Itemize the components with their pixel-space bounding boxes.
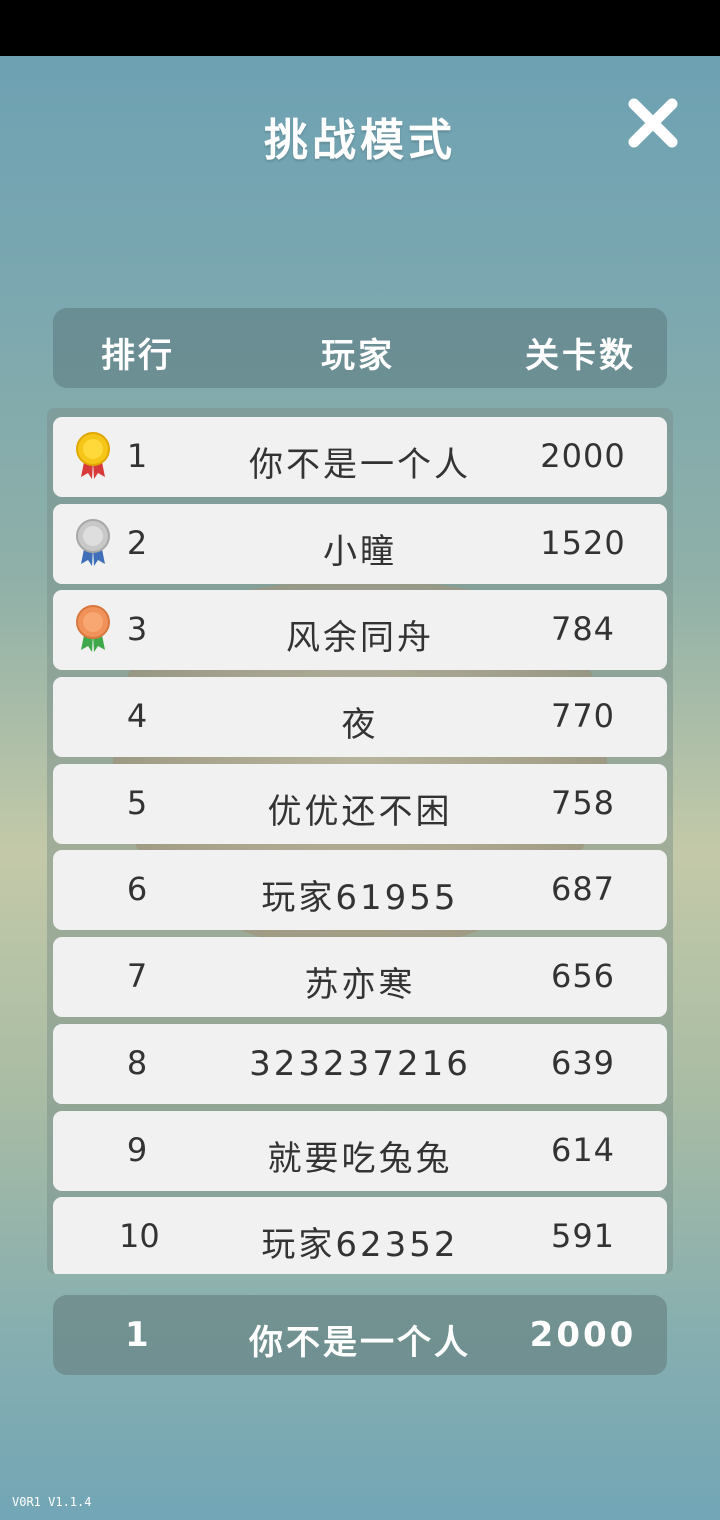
leaderboard-row[interactable]: 6 玩家61955 687: [53, 850, 667, 931]
rank-value: 1: [126, 437, 148, 475]
level-count: 770: [550, 697, 616, 736]
bronze-medal-icon: [76, 605, 110, 653]
player-name: 夜: [341, 705, 379, 746]
column-levels: 关卡数: [525, 336, 636, 376]
rank-value: 2: [126, 523, 148, 562]
column-player: 玩家: [321, 336, 395, 376]
version-label: V0R1 V1.1.4: [12, 1495, 92, 1509]
my-rank: 1: [125, 1315, 152, 1355]
status-bar: [0, 0, 720, 56]
my-name: 你不是一个人: [249, 1323, 471, 1363]
level-count: 758: [550, 783, 616, 822]
rank-value: 3: [126, 610, 148, 649]
leaderboard-row[interactable]: 7 苏亦寒 656: [53, 937, 667, 1018]
level-count: 687: [550, 870, 616, 909]
page-title: 挑战模式: [264, 115, 456, 166]
my-rank-bar: 1 你不是一个人 2000: [53, 1295, 667, 1375]
rank-value: 6: [126, 870, 148, 909]
rank-value: 8: [126, 1043, 148, 1082]
level-count: 784: [550, 610, 616, 649]
rank-value: 9: [126, 1130, 148, 1169]
level-count: 614: [550, 1130, 616, 1169]
level-count: 591: [550, 1217, 616, 1256]
player-name: 323237216: [249, 1043, 471, 1084]
column-rank: 排行: [101, 336, 175, 376]
leaderboard-list[interactable]: 1 你不是一个人 2000 2 小瞳 1520 3 风余同舟 784 4 夜 7…: [47, 408, 673, 1274]
close-button[interactable]: [624, 94, 682, 152]
leaderboard-row[interactable]: 4 夜 770: [53, 677, 667, 758]
silver-medal-icon: [76, 518, 110, 566]
player-name: 小瞳: [323, 531, 397, 572]
leaderboard-header: 排行 玩家 关卡数: [53, 308, 667, 388]
leaderboard-row[interactable]: 10 玩家62352 591: [53, 1197, 667, 1274]
rank-value: 7: [126, 957, 148, 996]
player-name: 玩家61955: [261, 878, 459, 919]
player-name: 你不是一个人: [249, 445, 471, 485]
level-count: 639: [550, 1043, 616, 1082]
leaderboard-row[interactable]: 9 就要吃兔兔 614: [53, 1110, 667, 1191]
rank-value: 10: [119, 1217, 160, 1256]
player-name: 风余同舟: [286, 618, 434, 659]
gold-medal-icon: [76, 432, 110, 479]
player-name: 优优还不困: [267, 791, 453, 832]
leaderboard-row[interactable]: 2 小瞳 1520: [53, 503, 667, 584]
close-icon: [628, 98, 678, 148]
leaderboard-row[interactable]: 8 323237216 639: [53, 1023, 667, 1104]
level-count: 1520: [540, 523, 626, 562]
level-count: 2000: [540, 437, 626, 475]
rank-value: 4: [126, 697, 148, 736]
player-name: 玩家62352: [261, 1225, 459, 1266]
leaderboard-row[interactable]: 3 风余同舟 784: [53, 590, 667, 671]
level-count: 656: [550, 957, 616, 996]
player-name: 苏亦寒: [304, 965, 416, 1006]
leaderboard-row[interactable]: 5 优优还不困 758: [53, 763, 667, 844]
my-levels: 2000: [529, 1315, 637, 1355]
rank-value: 5: [126, 783, 148, 822]
leaderboard-row[interactable]: 1 你不是一个人 2000: [53, 417, 667, 497]
player-name: 就要吃兔兔: [267, 1138, 453, 1179]
